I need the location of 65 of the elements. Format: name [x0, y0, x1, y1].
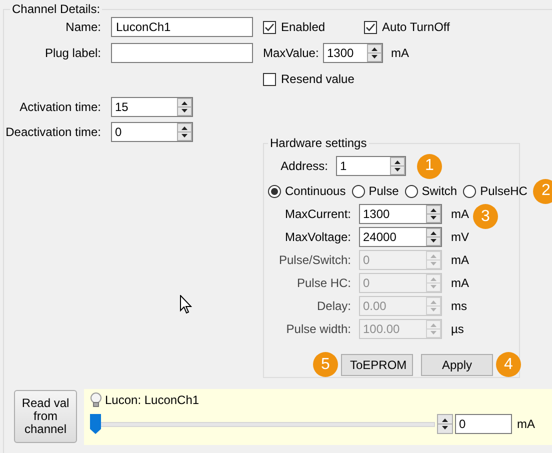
number-badge: 1 — [417, 154, 442, 178]
max-value-field[interactable]: 1300 — [323, 43, 383, 63]
value-field[interactable]: 0 — [455, 414, 512, 434]
field-label: Name: — [64, 20, 101, 34]
cursor-icon — [180, 295, 192, 314]
field-label: MaxValue: — [263, 46, 317, 60]
checkbox-label: Auto TurnOff — [382, 20, 450, 34]
group-title: Channel Details: — [11, 2, 102, 16]
number-badge: 2 — [533, 178, 552, 204]
unit-label: mA — [451, 276, 469, 290]
checkbox-label: Resend value — [281, 72, 354, 86]
unit-label: mA — [451, 207, 469, 221]
field-label: Pulse HC: — [296, 276, 351, 290]
unit-label: mA — [391, 46, 409, 60]
number-badge: 4 — [496, 352, 521, 377]
number-badge: 5 — [313, 352, 338, 377]
name-field[interactable]: LuconCh1 — [111, 17, 253, 37]
address-field[interactable]: 1 — [336, 156, 406, 176]
activation-time-field[interactable]: 15 — [111, 97, 193, 117]
number-field[interactable]: 24000 — [359, 227, 442, 247]
checkbox[interactable] — [263, 20, 276, 34]
radio-button[interactable] — [404, 184, 418, 198]
checkbox-label: Enabled — [281, 20, 326, 34]
plug-label-field[interactable] — [111, 43, 253, 63]
field-label: Pulse width: — [285, 322, 351, 336]
field-label: Address: — [280, 159, 328, 173]
radio-button[interactable] — [352, 184, 365, 198]
field-label: Plug label: — [44, 46, 101, 60]
spin-arrows-icon[interactable] — [367, 44, 382, 62]
field-label: Delay: — [316, 299, 351, 313]
radio-button[interactable] — [268, 184, 281, 198]
action-button[interactable]: ToEPROM — [341, 354, 413, 376]
spin-arrows-icon[interactable] — [426, 228, 441, 246]
read-value-button[interactable]: Read val from channel — [14, 390, 77, 443]
field-label: MaxVoltage: — [284, 230, 351, 244]
field-label: MaxCurrent: — [284, 207, 351, 221]
unit-label: µs — [451, 322, 464, 336]
field-label: Pulse/Switch: — [278, 253, 351, 267]
unit-label: mA — [517, 417, 535, 431]
radio-label: Switch — [422, 184, 458, 198]
slider-thumb[interactable] — [90, 414, 101, 434]
spin-arrows-icon[interactable] — [177, 98, 192, 116]
checkbox[interactable] — [364, 20, 378, 34]
deactivation-time-field[interactable]: 0 — [111, 122, 193, 142]
spin-arrows-icon[interactable] — [437, 414, 453, 434]
field-label: Activation time: — [18, 100, 101, 114]
number-badge: 3 — [473, 204, 498, 229]
lightbulb-icon — [90, 392, 102, 408]
radio-button[interactable] — [463, 184, 476, 198]
number-field[interactable]: 1300 — [359, 204, 442, 224]
field-label: Deactivation time: — [4, 125, 101, 139]
radio-label: Pulse — [368, 184, 399, 198]
checkbox[interactable] — [263, 72, 276, 86]
group-title: Hardware settings — [269, 136, 368, 150]
unit-label: mA — [451, 253, 469, 267]
device-label: Lucon: LuconCh1 — [105, 393, 200, 407]
radio-label: Continuous — [285, 184, 346, 198]
spin-arrows-icon[interactable] — [426, 205, 441, 223]
action-button[interactable]: Apply — [421, 354, 493, 376]
slider-track[interactable] — [90, 414, 435, 434]
unit-label: mV — [451, 230, 469, 244]
radio-label: PulseHC — [480, 184, 528, 198]
spin-arrows-icon[interactable] — [177, 123, 192, 141]
spin-arrows-icon[interactable] — [390, 157, 405, 175]
unit-label: ms — [451, 299, 467, 313]
